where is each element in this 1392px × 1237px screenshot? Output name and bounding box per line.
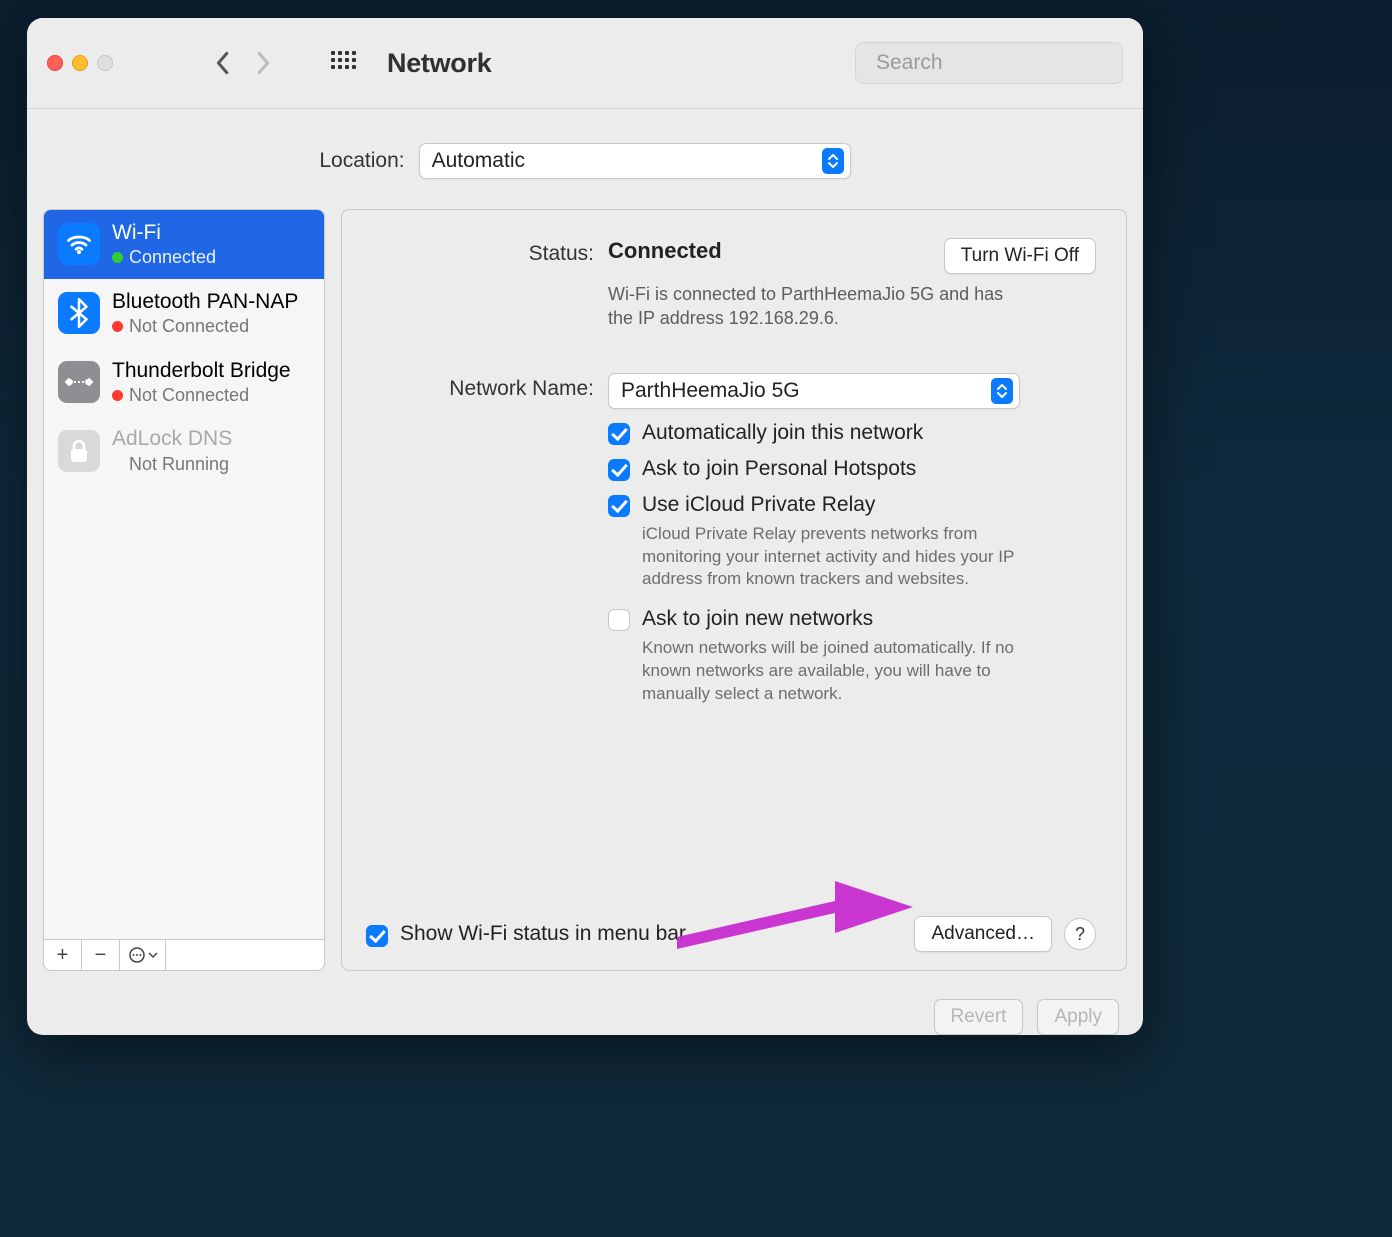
auto-join-label: Automatically join this network bbox=[642, 421, 923, 445]
sidebar-footer: + − bbox=[43, 939, 325, 971]
private-relay-label: Use iCloud Private Relay bbox=[642, 493, 1030, 517]
search-field[interactable] bbox=[855, 42, 1123, 84]
network-name-select[interactable]: ParthHeemaJio 5G bbox=[608, 373, 1020, 409]
service-status: Not Connected bbox=[129, 315, 249, 338]
service-item-adlock[interactable]: AdLock DNS Not Running bbox=[44, 416, 324, 485]
chevron-right-icon bbox=[256, 51, 272, 75]
status-dot-icon bbox=[112, 252, 123, 263]
service-list[interactable]: Wi-Fi Connected Bluetooth PAN-NAP Not Co… bbox=[43, 209, 325, 940]
thunderbolt-bridge-icon bbox=[58, 361, 100, 403]
service-name: Wi-Fi bbox=[112, 220, 216, 246]
ask-new-networks-checkbox[interactable] bbox=[608, 609, 630, 631]
ask-personal-hotspots-checkbox[interactable] bbox=[608, 459, 630, 481]
forward-button[interactable] bbox=[247, 46, 281, 80]
service-name: Bluetooth PAN-NAP bbox=[112, 289, 298, 315]
ask-new-networks-desc: Known networks will be joined automatica… bbox=[642, 637, 1030, 706]
service-status: Connected bbox=[129, 246, 216, 269]
toolbar: Network bbox=[27, 18, 1143, 109]
search-input[interactable] bbox=[874, 50, 1143, 76]
service-item-bluetooth[interactable]: Bluetooth PAN-NAP Not Connected bbox=[44, 279, 324, 348]
traffic-lights bbox=[47, 55, 113, 71]
show-menubar-label: Show Wi-Fi status in menu bar bbox=[400, 922, 686, 946]
lock-icon bbox=[58, 430, 100, 472]
bluetooth-icon bbox=[58, 292, 100, 334]
revert-button[interactable]: Revert bbox=[934, 999, 1024, 1035]
private-relay-checkbox[interactable] bbox=[608, 495, 630, 517]
service-actions-menu[interactable] bbox=[120, 940, 166, 970]
ellipsis-circle-icon bbox=[128, 946, 146, 964]
service-name: Thunderbolt Bridge bbox=[112, 358, 291, 384]
service-name: AdLock DNS bbox=[112, 426, 232, 452]
network-name-value: ParthHeemaJio 5G bbox=[621, 379, 991, 403]
detail-pane: Status: Connected Turn Wi-Fi Off Wi-Fi i… bbox=[341, 209, 1127, 971]
back-button[interactable] bbox=[205, 46, 239, 80]
auto-join-checkbox[interactable] bbox=[608, 423, 630, 445]
private-relay-desc: iCloud Private Relay prevents networks f… bbox=[642, 523, 1030, 592]
window-title: Network bbox=[387, 48, 491, 79]
status-dot-icon bbox=[112, 390, 123, 401]
add-service-button[interactable]: + bbox=[44, 940, 82, 970]
dropdown-stepper-icon bbox=[991, 378, 1013, 404]
status-dot-icon bbox=[112, 321, 123, 332]
status-description: Wi-Fi is connected to ParthHeemaJio 5G a… bbox=[608, 282, 1018, 331]
body-split: Wi-Fi Connected Bluetooth PAN-NAP Not Co… bbox=[27, 209, 1143, 987]
chevron-left-icon bbox=[214, 51, 230, 75]
ask-personal-hotspots-label: Ask to join Personal Hotspots bbox=[642, 457, 916, 481]
help-button[interactable]: ? bbox=[1064, 918, 1096, 950]
ask-new-networks-label: Ask to join new networks bbox=[642, 607, 1030, 631]
window-footer: Revert Apply bbox=[27, 987, 1143, 1035]
status-value: Connected bbox=[608, 238, 722, 264]
location-row: Location: Automatic bbox=[27, 109, 1143, 209]
close-window-button[interactable] bbox=[47, 55, 63, 71]
service-status: Not Connected bbox=[129, 384, 249, 407]
service-status: Not Running bbox=[129, 453, 229, 476]
wifi-icon bbox=[58, 223, 100, 265]
network-prefs-window: Network Location: Automatic bbox=[27, 18, 1143, 1035]
chevron-down-icon bbox=[148, 951, 158, 959]
dropdown-stepper-icon bbox=[822, 148, 844, 174]
turn-wifi-off-button[interactable]: Turn Wi-Fi Off bbox=[944, 238, 1096, 274]
network-name-label: Network Name: bbox=[366, 373, 608, 401]
show-menubar-checkbox[interactable] bbox=[366, 925, 388, 947]
remove-service-button[interactable]: − bbox=[82, 940, 120, 970]
location-value: Automatic bbox=[432, 149, 822, 173]
show-all-prefs-button[interactable] bbox=[331, 51, 355, 75]
service-item-thunderbolt[interactable]: Thunderbolt Bridge Not Connected bbox=[44, 348, 324, 417]
zoom-window-button bbox=[97, 55, 113, 71]
apply-button[interactable]: Apply bbox=[1037, 999, 1119, 1035]
advanced-button[interactable]: Advanced… bbox=[914, 916, 1052, 952]
minimize-window-button[interactable] bbox=[72, 55, 88, 71]
location-label: Location: bbox=[319, 149, 404, 173]
location-select[interactable]: Automatic bbox=[419, 143, 851, 179]
service-item-wifi[interactable]: Wi-Fi Connected bbox=[44, 210, 324, 279]
status-label: Status: bbox=[366, 238, 608, 266]
sidebar: Wi-Fi Connected Bluetooth PAN-NAP Not Co… bbox=[43, 209, 325, 971]
